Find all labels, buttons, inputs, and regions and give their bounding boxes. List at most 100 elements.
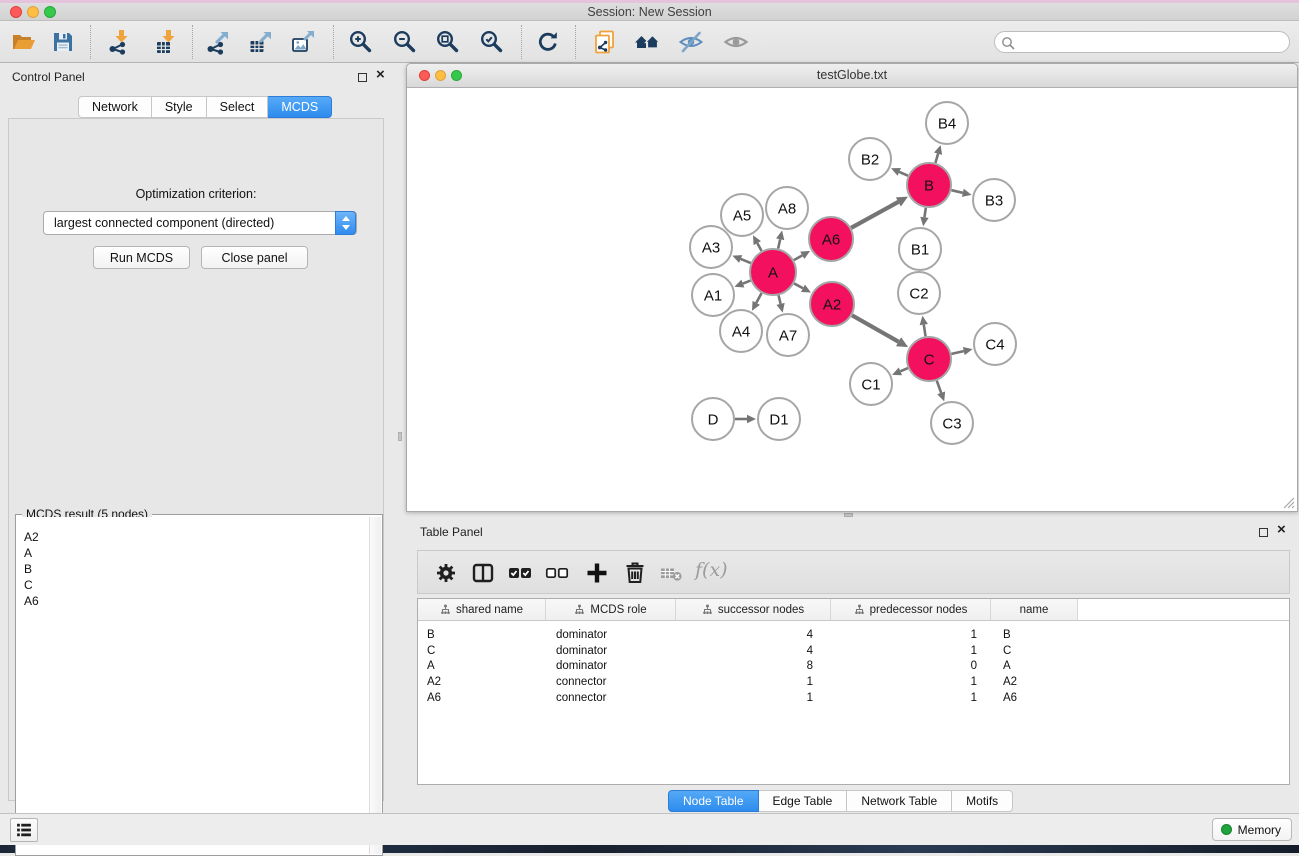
panel-divider-grip[interactable]	[844, 513, 853, 517]
import-table-icon[interactable]	[154, 29, 180, 55]
column-header-successor-nodes[interactable]: successor nodes	[676, 599, 831, 620]
zoom-selected-icon[interactable]	[479, 29, 505, 55]
graph-edge[interactable]	[852, 315, 899, 341]
network-window-titlebar[interactable]: testGlobe.txt	[407, 64, 1297, 88]
tab-mcds[interactable]: MCDS	[268, 96, 332, 118]
tab-network[interactable]: Network	[78, 96, 152, 118]
list-item[interactable]: A	[24, 545, 368, 561]
export-table-icon[interactable]	[248, 29, 274, 55]
graph-edge[interactable]	[741, 259, 751, 263]
show-columns-icon[interactable]	[470, 560, 496, 586]
graph-edge[interactable]	[951, 190, 962, 193]
cell-predecessor-nodes: 1	[831, 676, 991, 688]
zoom-fit-icon[interactable]	[435, 29, 461, 55]
graph-node-label: D	[708, 411, 719, 428]
network-from-file-icon[interactable]	[592, 29, 618, 55]
table-row[interactable]: B dominator 4 1 B	[418, 627, 1289, 643]
tab-select[interactable]: Select	[207, 96, 269, 118]
tab-node-table[interactable]: Node Table	[668, 790, 759, 812]
network-canvas[interactable]: B4B2BB3A5A8A6B1A3AA1A2C2A4A7C4CC1C3DD1	[407, 88, 1297, 511]
graph-edge[interactable]	[924, 325, 926, 337]
table-row[interactable]: A2 connector 1 1 A2	[418, 674, 1289, 690]
graph-edge[interactable]	[757, 243, 761, 251]
graph-edge[interactable]	[851, 202, 898, 228]
mcds-result-list[interactable]: A2 A B C A6	[17, 517, 368, 854]
column-header-predecessor-nodes[interactable]: predecessor nodes	[831, 599, 991, 620]
column-header-name[interactable]: name	[991, 599, 1078, 620]
graph-edge[interactable]	[899, 172, 908, 176]
select-all-columns-icon[interactable]	[507, 560, 533, 586]
home-icon[interactable]	[634, 29, 660, 55]
tab-edge-table[interactable]: Edge Table	[759, 790, 848, 812]
open-session-icon[interactable]	[10, 29, 36, 55]
zoom-out-icon[interactable]	[392, 29, 418, 55]
list-item[interactable]: C	[24, 577, 368, 593]
export-network-icon[interactable]	[205, 29, 231, 55]
create-column-icon[interactable]	[584, 560, 610, 586]
panel-divider-grip[interactable]	[398, 432, 402, 441]
run-mcds-button[interactable]: Run MCDS	[93, 246, 190, 269]
close-panel-icon[interactable]: ×	[1277, 522, 1286, 538]
show-graphics-details-icon[interactable]	[723, 29, 749, 55]
graph-edge[interactable]	[778, 239, 780, 248]
tab-motifs[interactable]: Motifs	[952, 790, 1013, 812]
function-builder-icon[interactable]: f(x)	[695, 559, 728, 581]
close-panel-icon[interactable]: ×	[376, 67, 385, 83]
float-panel-icon[interactable]	[358, 73, 367, 82]
refresh-icon[interactable]	[535, 29, 561, 55]
resize-grip[interactable]	[1281, 495, 1295, 509]
zoom-in-icon[interactable]	[348, 29, 374, 55]
memory-status-icon	[1221, 824, 1232, 835]
network-graph[interactable]: B4B2BB3A5A8A6B1A3AA1A2C2A4A7C4CC1C3DD1	[407, 88, 1297, 511]
save-session-icon[interactable]	[50, 29, 76, 55]
mcds-result-group: MCDS result (5 nodes) A2 A B C A6	[15, 514, 383, 856]
close-panel-button[interactable]: Close panel	[201, 246, 308, 269]
scrollbar[interactable]	[369, 517, 381, 854]
export-image-icon[interactable]	[291, 29, 317, 55]
graph-edge[interactable]	[756, 293, 761, 303]
graph-edge[interactable]	[951, 351, 963, 354]
tab-network-table[interactable]: Network Table	[847, 790, 952, 812]
criterion-select[interactable]: largest connected component (directed)	[43, 211, 357, 235]
graph-edge[interactable]	[924, 208, 925, 218]
graph-node-label: A3	[702, 239, 720, 256]
graph-edge[interactable]	[794, 283, 803, 288]
column-label: MCDS role	[590, 604, 646, 616]
search-input[interactable]	[1019, 33, 1283, 51]
graph-edge[interactable]	[743, 281, 751, 284]
graph-edge[interactable]	[937, 381, 941, 393]
cell-successor-nodes: 8	[676, 660, 831, 672]
column-header-shared-name[interactable]: shared name	[418, 599, 546, 620]
cell-successor-nodes: 4	[676, 629, 831, 641]
column-header-mcds-role[interactable]: MCDS role	[546, 599, 676, 620]
control-panel: Control Panel × Network Style Select MCD…	[0, 63, 391, 813]
unselect-all-columns-icon[interactable]	[544, 560, 570, 586]
table-tabs: Node Table Edge Table Network Table Moti…	[668, 790, 1013, 812]
table-row[interactable]: A6 connector 1 1 A6	[418, 690, 1289, 706]
graph-node-label: A6	[822, 231, 840, 248]
graph-edge[interactable]	[935, 154, 938, 163]
tab-style[interactable]: Style	[152, 96, 207, 118]
hide-graphics-details-icon[interactable]	[678, 29, 704, 55]
select-stepper[interactable]	[335, 211, 356, 235]
memory-button[interactable]: Memory	[1212, 818, 1292, 841]
delete-table-icon[interactable]	[658, 560, 684, 586]
graph-node-label: A8	[778, 200, 796, 217]
table-settings-icon[interactable]	[433, 560, 459, 586]
graph-edge[interactable]	[900, 368, 907, 371]
node-table[interactable]: shared name MCDS role successor nodes pr…	[417, 598, 1290, 785]
task-history-button[interactable]	[10, 818, 38, 842]
graph-edge[interactable]	[779, 295, 781, 304]
list-item[interactable]: A2	[24, 529, 368, 545]
delete-columns-icon[interactable]	[622, 560, 648, 586]
graph-edge[interactable]	[794, 255, 802, 260]
list-item[interactable]: A6	[24, 593, 368, 609]
import-network-icon[interactable]	[107, 29, 133, 55]
table-row[interactable]: C dominator 4 1 C	[418, 643, 1289, 659]
table-row[interactable]: A dominator 8 0 A	[418, 659, 1289, 675]
float-panel-icon[interactable]	[1259, 528, 1268, 537]
graph-node-label: C	[924, 351, 935, 368]
graph-node-label: C1	[861, 376, 880, 393]
list-item[interactable]: B	[24, 561, 368, 577]
search-field[interactable]	[994, 31, 1290, 53]
